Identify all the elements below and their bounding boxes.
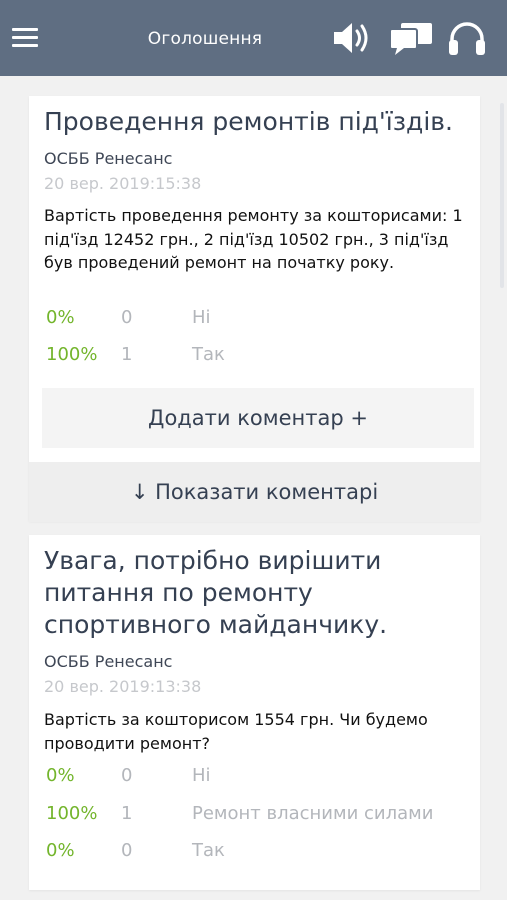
add-comment-button[interactable]: Додати коментар + [42, 388, 474, 448]
poll-percent: 0% [46, 307, 75, 328]
poll-count: 0 [121, 765, 133, 786]
poll-option-label: Так [192, 344, 225, 365]
poll-percent: 100% [46, 803, 98, 824]
speaker-icon[interactable] [332, 20, 374, 56]
poll-percent: 0% [46, 765, 75, 786]
poll-option-row[interactable]: 0% 0 Ні [46, 307, 480, 335]
announcement-text: Вартість за кошторисом 1554 грн. Чи буде… [44, 710, 428, 753]
poll-option-row[interactable]: 0% 0 Ні [46, 765, 480, 793]
poll-option-row[interactable]: 100% 1 Ремонт власними силами [46, 803, 480, 831]
announcement-card: Проведення ремонтів під'їздів. ОСББ Рене… [29, 96, 480, 522]
poll-count: 1 [121, 803, 133, 824]
app-header: Оголошення [0, 0, 507, 76]
poll-option-label: Ні [192, 307, 211, 328]
announcement-title: Увага, потрібно вирішити питання по ремо… [44, 546, 388, 639]
chat-icon[interactable] [388, 20, 434, 56]
poll-option-row[interactable]: 100% 1 Так [46, 344, 480, 372]
poll-percent: 0% [46, 840, 75, 861]
menu-icon[interactable] [12, 28, 38, 48]
post-date: 20 вер. 2019:13:38 [44, 677, 202, 696]
poll-option-label: Так [192, 840, 225, 861]
poll-option-label: Ні [192, 765, 211, 786]
page-title: Оголошення [147, 29, 263, 49]
show-comments-button[interactable]: ↓ Показати коментарі [29, 462, 480, 522]
poll-count: 0 [121, 840, 133, 861]
poll-percent: 100% [46, 344, 98, 365]
scrollbar[interactable] [500, 103, 504, 288]
announcement-text: Вартість проведення ремонту за кошториса… [44, 206, 463, 272]
author-org: ОСББ Ренесанс [44, 149, 173, 168]
post-date: 20 вер. 2019:15:38 [44, 174, 202, 193]
poll-count: 1 [121, 344, 133, 365]
poll-option-row[interactable]: 0% 0 Так [46, 840, 480, 868]
author-org: ОСББ Ренесанс [44, 652, 173, 671]
announcement-card: Увага, потрібно вирішити питання по ремо… [29, 535, 480, 890]
poll-count: 0 [121, 307, 133, 328]
announcement-title: Проведення ремонтів під'їздів. [44, 107, 453, 136]
headset-icon[interactable] [446, 20, 488, 56]
poll-option-label: Ремонт власними силами [192, 803, 434, 824]
